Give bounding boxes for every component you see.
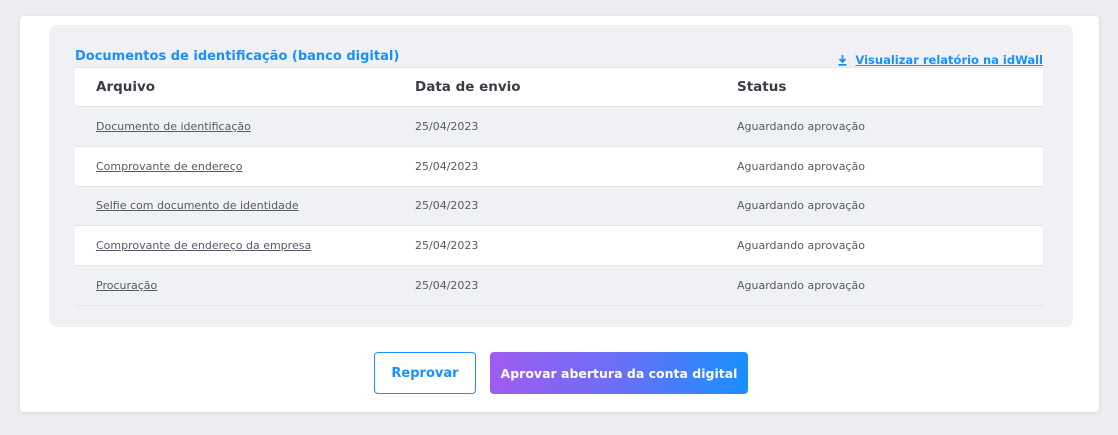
column-header-date: Data de envio <box>415 79 521 95</box>
document-link[interactable]: Documento de identificação <box>96 120 251 133</box>
upload-date: 25/04/2023 <box>415 119 479 133</box>
upload-date: 25/04/2023 <box>415 199 479 213</box>
document-link[interactable]: Procuração <box>96 279 157 292</box>
document-status: Aguardando aprovação <box>737 239 865 253</box>
upload-date: 25/04/2023 <box>415 159 479 173</box>
table-row: Procuração 25/04/2023 Aguardando aprovaç… <box>75 266 1043 306</box>
reject-button[interactable]: Reprovar <box>374 352 476 394</box>
document-link[interactable]: Comprovante de endereço da empresa <box>96 239 311 252</box>
table-row: Documento de identificação 25/04/2023 Ag… <box>75 107 1043 147</box>
table-row: Comprovante de endereço da empresa 25/04… <box>75 226 1043 267</box>
document-status: Aguardando aprovação <box>737 119 865 133</box>
document-link[interactable]: Selfie com documento de identidade <box>96 199 299 212</box>
column-header-file: Arquivo <box>96 79 156 95</box>
approve-account-button[interactable]: Aprovar abertura da conta digital <box>490 352 748 394</box>
approval-card: Documentos de identificação (banco digit… <box>20 16 1099 412</box>
document-status: Aguardando aprovação <box>737 199 865 213</box>
panel-title: Documentos de identificação (banco digit… <box>75 49 400 64</box>
table-row: Comprovante de endereço 25/04/2023 Aguar… <box>75 146 1043 187</box>
upload-date: 25/04/2023 <box>415 239 479 253</box>
document-status: Aguardando aprovação <box>737 159 865 173</box>
view-report-label: Visualizar relatório na idWall <box>855 53 1043 67</box>
document-status: Aguardando aprovação <box>737 279 865 293</box>
view-report-link[interactable]: Visualizar relatório na idWall <box>838 53 1043 67</box>
download-icon <box>838 54 847 66</box>
documents-table: Arquivo Data de envio Status Documento d… <box>75 67 1043 306</box>
documents-panel: Documentos de identificação (banco digit… <box>49 25 1073 327</box>
table-header-row: Arquivo Data de envio Status <box>75 67 1043 107</box>
upload-date: 25/04/2023 <box>415 279 479 293</box>
column-header-status: Status <box>737 79 787 95</box>
document-link[interactable]: Comprovante de endereço <box>96 160 242 173</box>
table-row: Selfie com documento de identidade 25/04… <box>75 187 1043 227</box>
